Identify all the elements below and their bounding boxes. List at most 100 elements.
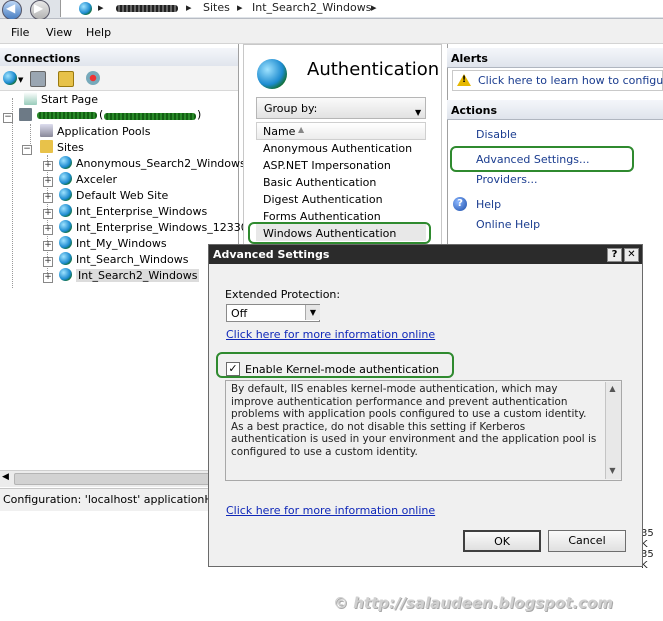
tree-site[interactable]: Default Web Site <box>59 188 168 204</box>
globe-icon <box>59 252 72 265</box>
tree-site[interactable]: Int_Enterprise_Windows_123307 <box>59 220 255 236</box>
tree-label: Sites <box>57 141 84 154</box>
globe-icon <box>59 156 72 169</box>
tree-label: Axceler <box>76 173 118 186</box>
highlight-ring <box>216 352 454 378</box>
tree-label: Application Pools <box>57 125 151 138</box>
start-page-icon <box>24 92 37 105</box>
tree-site[interactable]: Int_Enterprise_Windows <box>59 204 207 220</box>
close-button[interactable]: ✕ <box>624 248 639 262</box>
redacted-server-name <box>116 5 178 12</box>
server-icon <box>19 108 32 121</box>
help-action[interactable]: Help <box>476 198 501 211</box>
actions-title: Actions <box>451 104 497 117</box>
auth-item[interactable]: Digest Authentication <box>263 193 383 206</box>
extended-protection-label: Extended Protection: <box>225 288 341 301</box>
scroll-thumb[interactable] <box>14 473 211 485</box>
collapse-icon[interactable]: − <box>3 113 13 123</box>
tree-site[interactable]: Axceler <box>59 172 117 188</box>
menu-file[interactable]: File <box>11 26 29 39</box>
save-icon[interactable] <box>30 71 46 87</box>
scroll-down-icon[interactable]: ▼ <box>605 464 620 478</box>
tree-label: Default Web Site <box>76 189 169 202</box>
expand-icon[interactable]: + <box>43 225 53 235</box>
sites-folder-icon <box>40 140 53 153</box>
expand-icon[interactable]: + <box>43 209 53 219</box>
back-arrow-icon: ◀ <box>6 1 16 15</box>
expand-icon[interactable]: + <box>43 161 53 171</box>
alerts-title: Alerts <box>451 52 488 65</box>
breadcrumb-separator: ▸ <box>237 1 243 14</box>
menu-help[interactable]: Help <box>86 26 111 39</box>
breadcrumb-separator: ▸ <box>186 1 192 14</box>
providers-action[interactable]: Providers... <box>476 173 538 186</box>
background-size-text: 35 K <box>641 549 654 571</box>
back-button[interactable]: ◀ <box>2 0 22 20</box>
globe-icon <box>59 268 72 281</box>
auth-item[interactable]: ASP.NET Impersonation <box>263 159 391 172</box>
watermark-text: © http://salaudeen.blogspot.com <box>333 594 613 612</box>
app-pool-icon <box>40 124 53 137</box>
highlight-ring <box>450 146 634 172</box>
tree-label: Int_Enterprise_Windows_123307 <box>76 221 255 234</box>
collapse-icon[interactable]: − <box>22 145 32 155</box>
chevron-down-icon[interactable]: ▼ <box>415 108 425 120</box>
expand-icon[interactable]: + <box>43 257 53 267</box>
tree-site[interactable]: Anonymous_Search2_Windows <box>59 156 246 172</box>
cancel-button[interactable]: Cancel <box>548 530 626 552</box>
actions-header: Actions <box>447 100 663 120</box>
menu-view[interactable]: View <box>46 26 72 39</box>
auth-item[interactable]: Basic Authentication <box>263 176 376 189</box>
expand-icon[interactable]: + <box>43 177 53 187</box>
tree-site[interactable]: Int_Search_Windows <box>59 252 188 268</box>
expand-icon[interactable]: + <box>43 193 53 203</box>
sort-ascending-icon: ▲ <box>298 125 305 134</box>
online-help-action[interactable]: Online Help <box>476 218 540 231</box>
scroll-left-icon[interactable]: ◀ <box>2 472 9 482</box>
page-title: Authentication <box>307 59 440 80</box>
expand-icon[interactable]: + <box>43 273 53 283</box>
tree-server[interactable] <box>19 108 97 124</box>
connect-icon[interactable] <box>3 71 17 85</box>
breadcrumb-separator: ▸ <box>98 1 104 14</box>
server-paren: ) <box>197 108 202 121</box>
tree-sites[interactable]: Sites <box>40 140 84 156</box>
scroll-up-icon[interactable]: ▲ <box>605 382 620 396</box>
help-button[interactable]: ? <box>607 248 622 262</box>
folder-up-icon[interactable] <box>58 71 74 87</box>
disable-action[interactable]: Disable <box>476 128 517 141</box>
column-name-label: Name <box>263 125 296 138</box>
help-icon: ? <box>453 197 467 211</box>
breadcrumb-sites[interactable]: Sites <box>203 1 230 14</box>
chevron-down-icon[interactable]: ▼ <box>18 76 23 84</box>
disconnect-icon[interactable] <box>86 71 100 85</box>
tree-site-selected[interactable]: Int_Search2_Windows <box>59 268 200 284</box>
globe-icon <box>59 236 72 249</box>
more-info-link[interactable]: Click here for more information online <box>226 328 435 341</box>
tree-label: Int_Search2_Windows <box>76 269 200 282</box>
breadcrumb-site[interactable]: Int_Search2_Windows <box>252 1 371 14</box>
tree-label: Int_Search_Windows <box>76 253 189 266</box>
redacted-server-name <box>37 112 97 119</box>
extended-protection-value: Off <box>231 307 248 320</box>
more-info-link[interactable]: Click here for more information online <box>226 504 435 517</box>
chevron-down-icon[interactable]: ▼ <box>305 305 320 320</box>
ok-button[interactable]: OK <box>463 530 541 552</box>
alert-link[interactable]: Click here to learn how to configure Ex <box>478 74 663 87</box>
tree-site[interactable]: Int_My_Windows <box>59 236 167 252</box>
group-by-label: Group by: <box>264 102 318 115</box>
expand-icon[interactable]: + <box>43 241 53 251</box>
tree-start-page[interactable]: Start Page <box>24 92 98 108</box>
globe-icon <box>79 2 92 15</box>
auth-item[interactable]: Anonymous Authentication <box>263 142 412 155</box>
connections-title: Connections <box>4 52 81 65</box>
breadcrumb-separator: ▸ <box>371 1 377 14</box>
alerts-header: Alerts <box>447 48 663 68</box>
server-paren: ( <box>99 108 104 121</box>
tree-app-pools[interactable]: Application Pools <box>40 124 150 140</box>
redacted-user-name <box>104 113 196 120</box>
dialog-title: Advanced Settings <box>213 248 330 261</box>
globe-icon <box>257 59 287 89</box>
forward-button[interactable]: ▶ <box>30 0 50 20</box>
globe-icon <box>59 188 72 201</box>
